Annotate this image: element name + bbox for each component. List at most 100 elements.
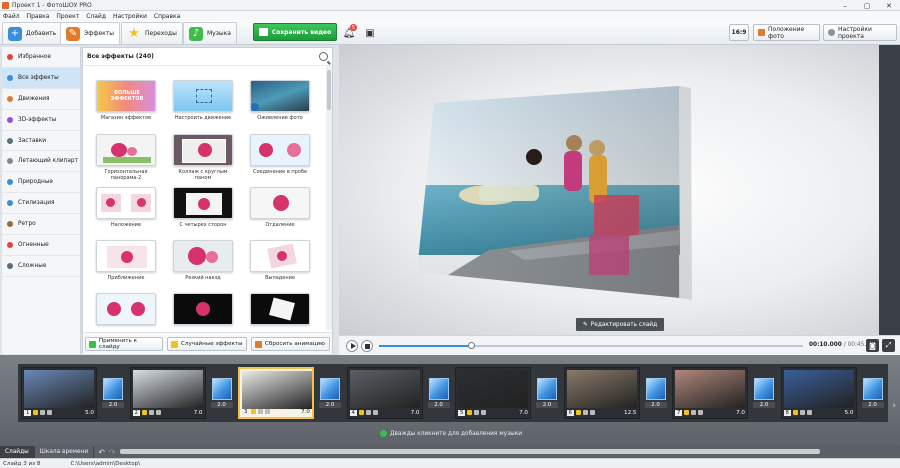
- category-favorites[interactable]: Избранное: [2, 47, 80, 68]
- effect-overlay[interactable]: Наложение: [95, 187, 157, 228]
- project-settings-button[interactable]: Настройки проекта: [823, 24, 897, 41]
- effect-sharp-zoom[interactable]: Резкий наезд: [172, 240, 234, 281]
- magnify-icon[interactable]: [365, 410, 371, 415]
- magnify-icon[interactable]: [148, 410, 154, 415]
- menu-help[interactable]: Справка: [154, 13, 180, 20]
- effect-custom-motion[interactable]: Настроить движение: [172, 80, 234, 121]
- effect-drop-out[interactable]: Выпадение: [249, 240, 311, 281]
- timeline-slide-5[interactable]: 5 7.0: [455, 367, 531, 419]
- transition-3[interactable]: 2.0: [317, 378, 343, 416]
- close-icon[interactable]: ✕: [878, 0, 900, 11]
- tab-timeline[interactable]: Шкала времени: [35, 446, 95, 458]
- tab-effects[interactable]: ✎ Эффекты: [60, 22, 120, 44]
- transition-2[interactable]: 2.0: [209, 378, 235, 416]
- effects-scrollbar[interactable]: [326, 66, 332, 330]
- magnify-icon[interactable]: [582, 410, 588, 415]
- magnify-icon[interactable]: [799, 410, 805, 415]
- transition-7[interactable]: 2.0: [751, 378, 777, 416]
- effect-item-14[interactable]: [172, 293, 234, 328]
- menu-edit[interactable]: Правка: [27, 13, 50, 20]
- speaker-icon[interactable]: [806, 410, 812, 415]
- magnify-icon[interactable]: [691, 410, 697, 415]
- category-stylization[interactable]: Стилизация: [2, 193, 80, 215]
- timeline-slide-7[interactable]: 7 7.0: [672, 367, 748, 419]
- magnify-icon[interactable]: [40, 410, 46, 415]
- undo-icon[interactable]: ↶: [98, 448, 105, 457]
- category-3d[interactable]: 3D-эффекты: [2, 110, 80, 131]
- edit-icon[interactable]: [33, 410, 39, 415]
- add-music-hint[interactable]: Дважды кликните для добавления музыки: [380, 430, 522, 437]
- minimize-icon[interactable]: –: [834, 0, 856, 11]
- tab-add[interactable]: + Добавить: [2, 22, 63, 44]
- notifications-button[interactable]: 🔔︎ 5: [341, 24, 357, 41]
- speaker-icon[interactable]: [155, 410, 161, 415]
- transition-1[interactable]: 2.0: [100, 378, 126, 416]
- tab-slides[interactable]: Слайды: [0, 446, 35, 458]
- effect-zoom-out[interactable]: Отдаление: [249, 187, 311, 228]
- play-button[interactable]: [346, 340, 358, 352]
- category-complex[interactable]: Сложные: [2, 256, 80, 277]
- redo-icon[interactable]: ↷: [109, 448, 116, 457]
- effect-joining[interactable]: Соединение в пробе: [249, 134, 311, 175]
- timeline-slide-3[interactable]: 3 7.0: [238, 367, 314, 419]
- edit-slide-button[interactable]: ✎ Редактировать слайд: [576, 318, 664, 331]
- slide-preview[interactable]: ✎ Редактировать слайд: [339, 45, 879, 335]
- apply-to-slide-button[interactable]: Применить к слайду: [85, 337, 163, 351]
- timeline-slide-4[interactable]: 4 7.0: [346, 367, 423, 419]
- category-nature[interactable]: Природные: [2, 172, 80, 194]
- transition-6[interactable]: 2.0: [643, 378, 669, 416]
- edit-icon[interactable]: [358, 410, 364, 415]
- effect-store[interactable]: БОЛЬШЕ ЭФФЕКТОВ Магазин эффектов: [95, 80, 157, 121]
- tab-music[interactable]: ♪ Музыка: [183, 22, 237, 44]
- speaker-icon[interactable]: [265, 409, 271, 414]
- effect-round-collage[interactable]: Коллаж с круглым паном: [172, 134, 234, 181]
- speaker-icon[interactable]: [372, 410, 378, 415]
- speaker-icon[interactable]: [589, 410, 595, 415]
- menu-slide[interactable]: Слайд: [86, 13, 106, 20]
- edit-icon[interactable]: [467, 410, 473, 415]
- menu-project[interactable]: Проект: [56, 13, 79, 20]
- transition-8[interactable]: 2.0: [860, 378, 886, 416]
- category-clipart[interactable]: Летающий клипарт: [2, 151, 80, 173]
- tab-transitions[interactable]: ★ Переходы: [121, 22, 183, 44]
- speaker-icon[interactable]: [698, 410, 704, 415]
- edit-icon[interactable]: [792, 410, 798, 415]
- maximize-icon[interactable]: ▢: [856, 0, 878, 11]
- timeline-slide-8[interactable]: 8 5.0: [780, 367, 857, 419]
- save-video-button[interactable]: Сохранить видео: [253, 23, 337, 41]
- category-motion[interactable]: Движения: [2, 89, 80, 110]
- effect-horizontal-pan[interactable]: Горизонтальная панорама-2: [95, 134, 157, 181]
- stop-button[interactable]: [361, 340, 373, 352]
- playback-knob[interactable]: [468, 342, 476, 349]
- timeline-slide-2[interactable]: 2 7.0: [129, 367, 206, 419]
- timeline-slide-6[interactable]: 6 12.5: [563, 367, 640, 419]
- transition-5[interactable]: 2.0: [534, 378, 560, 416]
- fullscreen-button[interactable]: ⤢: [882, 339, 895, 352]
- speaker-icon[interactable]: [47, 410, 53, 415]
- aspect-ratio-button[interactable]: 16:9: [729, 24, 749, 41]
- transition-4[interactable]: 2.0: [426, 378, 452, 416]
- effect-photo-animation[interactable]: Оживление фото: [249, 80, 311, 121]
- edit-icon[interactable]: [251, 409, 257, 414]
- search-icon[interactable]: [319, 52, 328, 61]
- effect-item-15[interactable]: [249, 293, 311, 328]
- timeline-scrollbar[interactable]: [120, 449, 820, 454]
- category-intros[interactable]: Заставки: [2, 131, 80, 152]
- category-fire[interactable]: Огненные: [2, 235, 80, 256]
- reset-animation-button[interactable]: Сбросить анимацию: [251, 337, 330, 351]
- chevron-right-icon[interactable]: ›: [892, 401, 896, 411]
- menu-file[interactable]: Файл: [3, 13, 20, 20]
- effect-item-13[interactable]: [95, 293, 157, 328]
- edit-icon[interactable]: [684, 410, 690, 415]
- random-effects-button[interactable]: Случайные эффекты: [167, 337, 247, 351]
- photo-position-button[interactable]: Положение фото: [753, 24, 820, 41]
- playback-timeline[interactable]: [379, 342, 803, 349]
- category-retro[interactable]: Ретро: [2, 214, 80, 236]
- category-all-effects[interactable]: Все эффекты: [2, 67, 80, 89]
- timeline-slide-1[interactable]: 1 5.0: [21, 367, 97, 419]
- menu-settings[interactable]: Настройки: [113, 13, 147, 20]
- effect-four-sides[interactable]: С четырех сторон: [172, 187, 234, 228]
- magnify-icon[interactable]: [258, 409, 264, 414]
- edit-icon[interactable]: [141, 410, 147, 415]
- effect-zoom-in[interactable]: Приближение: [95, 240, 157, 281]
